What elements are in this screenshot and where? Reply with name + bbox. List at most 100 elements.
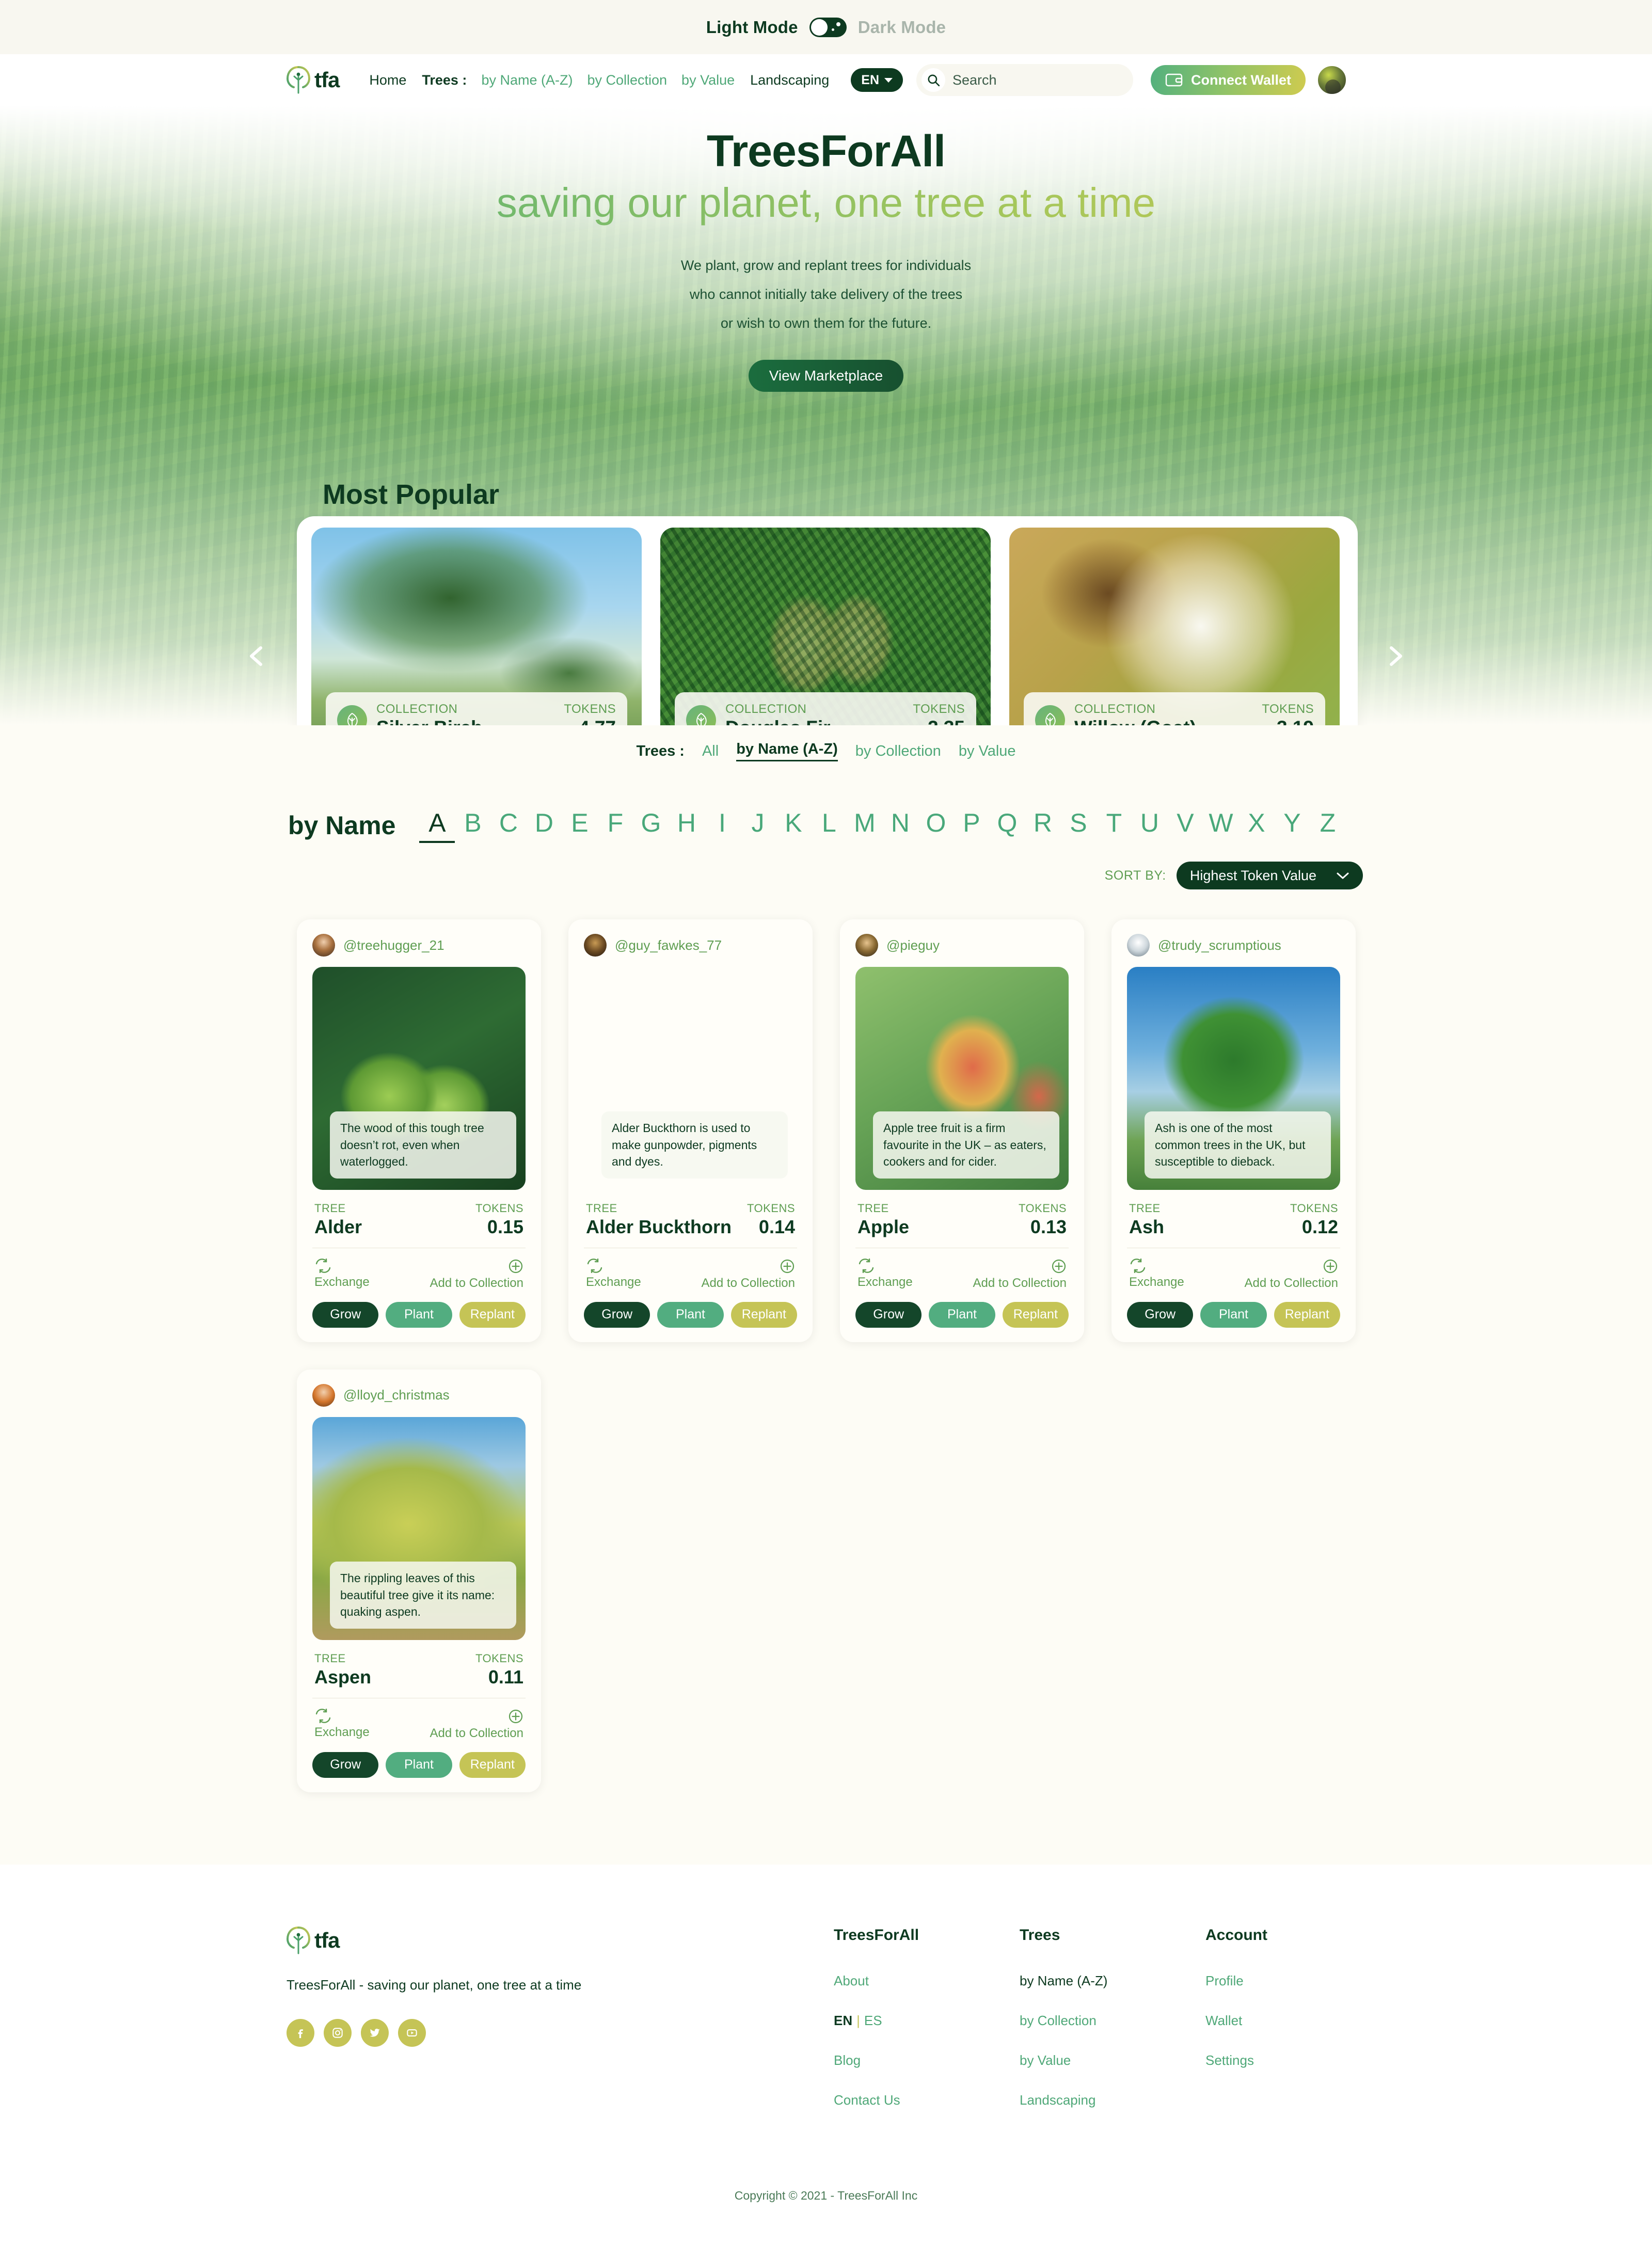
footer-link-wallet[interactable]: Wallet bbox=[1205, 2013, 1391, 2029]
footer-link-about[interactable]: About bbox=[834, 1973, 1020, 1989]
filter-by-name[interactable]: by Name (A-Z) bbox=[736, 741, 838, 761]
grow-button[interactable]: Grow bbox=[312, 1752, 379, 1778]
footer-lang-es[interactable]: ES bbox=[864, 2013, 882, 2028]
add-to-collection-action[interactable]: Add to Collection bbox=[430, 1259, 523, 1291]
instagram-icon[interactable] bbox=[324, 2018, 352, 2047]
footer-link-contact[interactable]: Contact Us bbox=[834, 2092, 1020, 2108]
footer-link-blog[interactable]: Blog bbox=[834, 2052, 1020, 2068]
user-avatar[interactable] bbox=[1317, 65, 1347, 95]
collection-card[interactable]: COLLECTION Silver Birch TOKENS 4.77 bbox=[311, 528, 642, 725]
carousel-prev-button[interactable] bbox=[243, 642, 272, 671]
nav-by-value[interactable]: by Value bbox=[681, 72, 735, 88]
alphabet-letter-c[interactable]: C bbox=[490, 808, 526, 843]
alphabet-letter-x[interactable]: X bbox=[1238, 808, 1274, 843]
alphabet-letter-v[interactable]: V bbox=[1167, 808, 1203, 843]
tree-card[interactable]: @guy_fawkes_77 Alder Buckthorn is used to… bbox=[568, 919, 813, 1342]
footer-lang-en[interactable]: EN bbox=[834, 2013, 852, 2028]
alphabet-letter-s[interactable]: S bbox=[1060, 808, 1096, 843]
tree-card[interactable]: @treehugger_21 The wood of this tough tre… bbox=[297, 919, 541, 1342]
card-user[interactable]: @trudy_scrumptious bbox=[1127, 932, 1340, 959]
plant-button[interactable]: Plant bbox=[1200, 1301, 1267, 1328]
footer-link-by-collection[interactable]: by Collection bbox=[1020, 2013, 1205, 2029]
footer-link-settings[interactable]: Settings bbox=[1205, 2052, 1391, 2068]
search-box[interactable] bbox=[916, 64, 1133, 96]
replant-button[interactable]: Replant bbox=[459, 1301, 526, 1328]
card-user[interactable]: @guy_fawkes_77 bbox=[584, 932, 797, 959]
grow-button[interactable]: Grow bbox=[584, 1301, 650, 1328]
exchange-action[interactable]: Exchange bbox=[1129, 1258, 1184, 1291]
alphabet-letter-l[interactable]: L bbox=[811, 808, 847, 843]
footer-link-by-name[interactable]: by Name (A-Z) bbox=[1020, 1973, 1205, 1989]
alphabet-letter-z[interactable]: Z bbox=[1310, 808, 1345, 843]
plant-button[interactable]: Plant bbox=[386, 1752, 452, 1778]
alphabet-letter-q[interactable]: Q bbox=[989, 808, 1025, 843]
card-user[interactable]: @treehugger_21 bbox=[312, 932, 526, 959]
alphabet-letter-i[interactable]: I bbox=[704, 808, 740, 843]
plant-button[interactable]: Plant bbox=[386, 1301, 452, 1328]
add-to-collection-action[interactable]: Add to Collection bbox=[973, 1259, 1067, 1291]
plant-button[interactable]: Plant bbox=[929, 1301, 995, 1328]
carousel-next-button[interactable] bbox=[1380, 642, 1409, 671]
alphabet-letter-m[interactable]: M bbox=[847, 808, 882, 843]
replant-button[interactable]: Replant bbox=[1002, 1301, 1069, 1328]
youtube-icon[interactable] bbox=[398, 2018, 426, 2047]
alphabet-letter-a[interactable]: A bbox=[419, 808, 455, 843]
alphabet-letter-d[interactable]: D bbox=[526, 808, 562, 843]
tree-card[interactable]: @lloyd_christmas The rippling leaves of t… bbox=[297, 1369, 541, 1792]
alphabet-letter-k[interactable]: K bbox=[775, 808, 811, 843]
logo[interactable]: tfa bbox=[287, 66, 340, 94]
alphabet-letter-w[interactable]: W bbox=[1203, 808, 1238, 843]
add-to-collection-action[interactable]: Add to Collection bbox=[702, 1259, 795, 1291]
nav-landscaping[interactable]: Landscaping bbox=[750, 72, 829, 88]
footer-link-by-value[interactable]: by Value bbox=[1020, 2052, 1205, 2068]
alphabet-letter-j[interactable]: J bbox=[740, 808, 775, 843]
card-user[interactable]: @pieguy bbox=[855, 932, 1069, 959]
tree-card[interactable]: @trudy_scrumptious Ash is one of the most… bbox=[1111, 919, 1356, 1342]
exchange-action[interactable]: Exchange bbox=[857, 1258, 913, 1291]
alphabet-letter-e[interactable]: E bbox=[562, 808, 597, 843]
exchange-action[interactable]: Exchange bbox=[314, 1708, 370, 1741]
grow-button[interactable]: Grow bbox=[1127, 1301, 1194, 1328]
filter-by-collection[interactable]: by Collection bbox=[855, 743, 941, 760]
view-marketplace-button[interactable]: View Marketplace bbox=[749, 359, 903, 392]
nav-by-name[interactable]: by Name (A-Z) bbox=[481, 72, 573, 88]
collection-card[interactable]: COLLECTION Douglas Fir TOKENS 2.35 bbox=[660, 528, 991, 725]
replant-button[interactable]: Replant bbox=[730, 1301, 797, 1328]
add-to-collection-action[interactable]: Add to Collection bbox=[1245, 1259, 1338, 1291]
footer-language-switch[interactable]: EN | ES bbox=[834, 2013, 1020, 2029]
alphabet-letter-r[interactable]: R bbox=[1025, 808, 1060, 843]
tree-card[interactable]: @pieguy Apple tree fruit is a firm favour… bbox=[840, 919, 1084, 1342]
alphabet-letter-y[interactable]: Y bbox=[1274, 808, 1310, 843]
footer-logo[interactable]: tfa bbox=[287, 1926, 834, 1954]
alphabet-letter-f[interactable]: F bbox=[597, 808, 633, 843]
grow-button[interactable]: Grow bbox=[312, 1301, 379, 1328]
alphabet-letter-h[interactable]: H bbox=[669, 808, 704, 843]
filter-all[interactable]: All bbox=[702, 743, 719, 760]
plant-button[interactable]: Plant bbox=[657, 1301, 724, 1328]
nav-home[interactable]: Home bbox=[369, 72, 406, 88]
alphabet-letter-p[interactable]: P bbox=[954, 808, 989, 843]
nav-by-collection[interactable]: by Collection bbox=[587, 72, 667, 88]
alphabet-letter-g[interactable]: G bbox=[633, 808, 669, 843]
alphabet-letter-u[interactable]: U bbox=[1132, 808, 1167, 843]
footer-link-landscaping[interactable]: Landscaping bbox=[1020, 2092, 1205, 2108]
language-selector[interactable]: EN bbox=[851, 68, 903, 92]
replant-button[interactable]: Replant bbox=[1274, 1301, 1340, 1328]
twitter-icon[interactable] bbox=[361, 2018, 389, 2047]
footer-link-profile[interactable]: Profile bbox=[1205, 1973, 1391, 1989]
card-user[interactable]: @lloyd_christmas bbox=[312, 1382, 526, 1409]
alphabet-letter-t[interactable]: T bbox=[1096, 808, 1132, 843]
replant-button[interactable]: Replant bbox=[459, 1752, 526, 1778]
grow-button[interactable]: Grow bbox=[855, 1301, 922, 1328]
connect-wallet-button[interactable]: Connect Wallet bbox=[1151, 65, 1306, 95]
exchange-action[interactable]: Exchange bbox=[586, 1258, 641, 1291]
sort-by-select[interactable]: Highest Token Value bbox=[1176, 862, 1363, 889]
alphabet-letter-n[interactable]: N bbox=[882, 808, 918, 843]
alphabet-letter-b[interactable]: B bbox=[455, 808, 490, 843]
search-input[interactable] bbox=[952, 72, 1118, 88]
add-to-collection-action[interactable]: Add to Collection bbox=[430, 1709, 523, 1741]
facebook-icon[interactable] bbox=[287, 2018, 314, 2047]
filter-by-value[interactable]: by Value bbox=[959, 743, 1016, 760]
exchange-action[interactable]: Exchange bbox=[314, 1258, 370, 1291]
theme-toggle[interactable] bbox=[809, 17, 847, 37]
